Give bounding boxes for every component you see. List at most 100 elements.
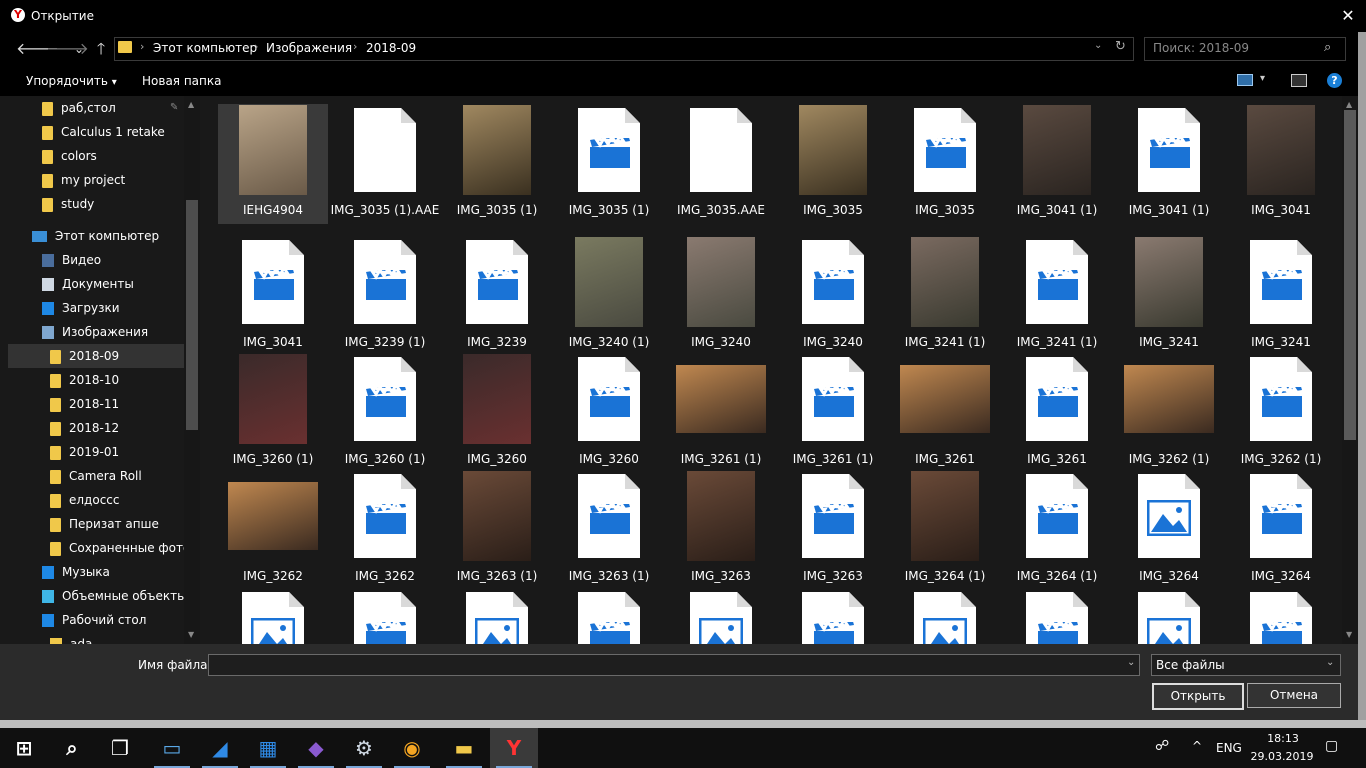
yandex-browser-taskbar-button[interactable]: Y [490, 728, 538, 768]
sidebar-item-subfolder[interactable]: Сохраненные фотогр [8, 536, 184, 560]
file-tile[interactable]: IEHG4904 [218, 104, 328, 224]
up-button[interactable]: 🡑 [90, 38, 112, 60]
file-tile[interactable] [1114, 588, 1224, 644]
file-tile[interactable]: IMG_3035 [890, 104, 1000, 224]
file-tile[interactable]: IMG_3241 [1114, 236, 1224, 349]
visual-studio-taskbar-button[interactable]: ◆ [292, 728, 340, 768]
sidebar-item-this-pc[interactable]: Этот компьютер [8, 224, 184, 248]
explorer-taskbar-button[interactable]: ▬ [440, 728, 488, 768]
organize-button[interactable]: Упорядочить ▾ [26, 74, 117, 88]
file-tile[interactable]: IMG_3035 (1) [554, 104, 664, 224]
file-tile[interactable]: IMG_3260 [554, 353, 664, 466]
file-tile[interactable]: IMG_3240 (1) [554, 236, 664, 349]
sidebar-item-3d-objects[interactable]: Объемные объекты [8, 584, 187, 608]
file-tile[interactable] [442, 588, 552, 644]
task-view-taskbar-button[interactable]: ❐ [96, 728, 144, 768]
sidebar-item-pinned[interactable]: study [8, 192, 184, 216]
sidebar-item-pinned[interactable]: Calculus 1 retake [8, 120, 184, 144]
sidebar-item-subfolder[interactable]: 2018-12 [8, 416, 184, 440]
view-dropdown-icon[interactable]: ▾ [1260, 73, 1265, 84]
forward-button[interactable]: 🡒 [46, 38, 89, 60]
file-tile[interactable]: IMG_3041 [1226, 104, 1336, 224]
file-tile[interactable]: IMG_3239 [442, 236, 552, 349]
filename-dropdown-icon[interactable]: ⌄ [1127, 657, 1135, 668]
file-tile[interactable] [890, 588, 1000, 644]
sidebar-item-pinned[interactable]: my project [8, 168, 184, 192]
file-tile[interactable]: IMG_3263 [778, 470, 888, 583]
scroll-down-icon[interactable]: ▼ [1346, 630, 1352, 639]
breadcrumb-pictures[interactable]: Изображения [266, 41, 352, 55]
scroll-up-icon[interactable]: ▲ [1346, 100, 1352, 109]
sidebar-item-subfolder[interactable]: 2019-01 [8, 440, 184, 464]
file-tile[interactable]: IMG_3240 [778, 236, 888, 349]
sidebar-item-subfolder[interactable]: 2018-11 [8, 392, 184, 416]
file-tile[interactable] [666, 588, 776, 644]
sidebar-item-pinned[interactable]: colors [8, 144, 184, 168]
scroll-up-icon[interactable]: ▲ [188, 100, 194, 109]
change-view-icon[interactable] [1237, 74, 1253, 86]
sidebar-item-subfolder[interactable]: елдосcс [8, 488, 184, 512]
search-icon[interactable]: ⌕ [1324, 40, 1331, 55]
file-tile[interactable]: IMG_3239 (1) [330, 236, 440, 349]
file-tile[interactable]: IMG_3264 [1114, 470, 1224, 583]
this-pc-taskbar-button[interactable]: ▭ [148, 728, 196, 768]
open-button[interactable]: Открыть [1152, 683, 1244, 710]
sidebar-item-folder[interactable]: ada [8, 632, 184, 644]
file-tile[interactable]: IMG_3261 [1002, 353, 1112, 466]
search-taskbar-button[interactable]: ⌕ [48, 728, 96, 768]
sidebar-item-video[interactable]: Видео [8, 248, 184, 272]
file-tile[interactable]: IMG_3261 (1) [666, 353, 776, 466]
file-tile[interactable] [1226, 588, 1336, 644]
sidebar-item-subfolder[interactable]: 2018-09 [8, 344, 184, 368]
file-tile[interactable]: IMG_3262 [330, 470, 440, 583]
file-tile[interactable]: IMG_3263 (1) [554, 470, 664, 583]
input-language[interactable]: ENG [1216, 741, 1242, 755]
close-button[interactable]: ✕ [1330, 0, 1366, 32]
file-tile[interactable]: IMG_3241 (1) [1002, 236, 1112, 349]
refresh-icon[interactable]: ↻ [1115, 39, 1126, 54]
file-tile[interactable]: IMG_3262 (1) [1114, 353, 1224, 466]
file-tile[interactable]: IMG_3041 (1) [1114, 104, 1224, 224]
file-tile[interactable]: IMG_3041 (1) [1002, 104, 1112, 224]
scroll-down-icon[interactable]: ▼ [188, 630, 194, 639]
file-tile[interactable]: IMG_3261 [890, 353, 1000, 466]
preview-pane-icon[interactable] [1291, 74, 1307, 87]
file-tile[interactable]: IMG_3260 (1) [330, 353, 440, 466]
file-tile[interactable]: IMG_3263 [666, 470, 776, 583]
sidebar-item-music[interactable]: Музыка [8, 560, 184, 584]
file-tile[interactable]: IMG_3241 (1) [890, 236, 1000, 349]
action-center-icon[interactable]: ▢ [1325, 738, 1338, 754]
sidebar-item-subfolder[interactable]: 2018-10 [8, 368, 184, 392]
file-tile[interactable]: IMG_3035 [778, 104, 888, 224]
clock-date[interactable]: 29.03.2019 [1250, 750, 1314, 763]
file-tile[interactable]: IMG_3261 (1) [778, 353, 888, 466]
people-icon[interactable]: ☍ [1155, 738, 1169, 754]
file-tile[interactable]: IMG_3262 [218, 470, 328, 583]
vscode-taskbar-button[interactable]: ◢ [196, 728, 244, 768]
file-tile[interactable]: IMG_3035.AAE [666, 104, 776, 224]
file-tile[interactable]: IMG_3263 (1) [442, 470, 552, 583]
new-folder-button[interactable]: Новая папка [142, 74, 221, 88]
file-type-dropdown-icon[interactable]: ⌄ [1326, 657, 1334, 668]
file-tile[interactable]: IMG_3240 [666, 236, 776, 349]
show-hidden-icons-icon[interactable]: ^ [1192, 739, 1202, 753]
sidebar-item-documents[interactable]: Документы [8, 272, 184, 296]
file-tile[interactable]: IMG_3262 (1) [1226, 353, 1336, 466]
recent-locations-button[interactable]: ⌄ [68, 38, 90, 60]
clock-time[interactable]: 18:13 [1254, 732, 1312, 745]
file-tile[interactable]: IMG_3035 (1) [442, 104, 552, 224]
file-tile[interactable] [1002, 588, 1112, 644]
steam-taskbar-button[interactable]: ⚙ [340, 728, 388, 768]
file-tile[interactable] [554, 588, 664, 644]
sidebar-item-subfolder[interactable]: Camera Roll [8, 464, 184, 488]
file-tile[interactable]: IMG_3035 (1).AAE [330, 104, 440, 224]
sidebar-item-desktop[interactable]: Рабочий стол [8, 608, 184, 632]
file-tile[interactable]: IMG_3041 [218, 236, 328, 349]
cancel-button[interactable]: Отмена [1247, 683, 1341, 708]
filename-input[interactable] [208, 654, 1140, 676]
navigation-scrollbar-thumb[interactable] [186, 200, 198, 430]
sidebar-item-subfolder[interactable]: Перизат апше [8, 512, 184, 536]
file-tile[interactable]: IMG_3260 (1) [218, 353, 328, 466]
breadcrumb-this-pc[interactable]: Этот компьютер [153, 41, 257, 55]
sidebar-item-pictures[interactable]: Изображения [8, 320, 184, 344]
